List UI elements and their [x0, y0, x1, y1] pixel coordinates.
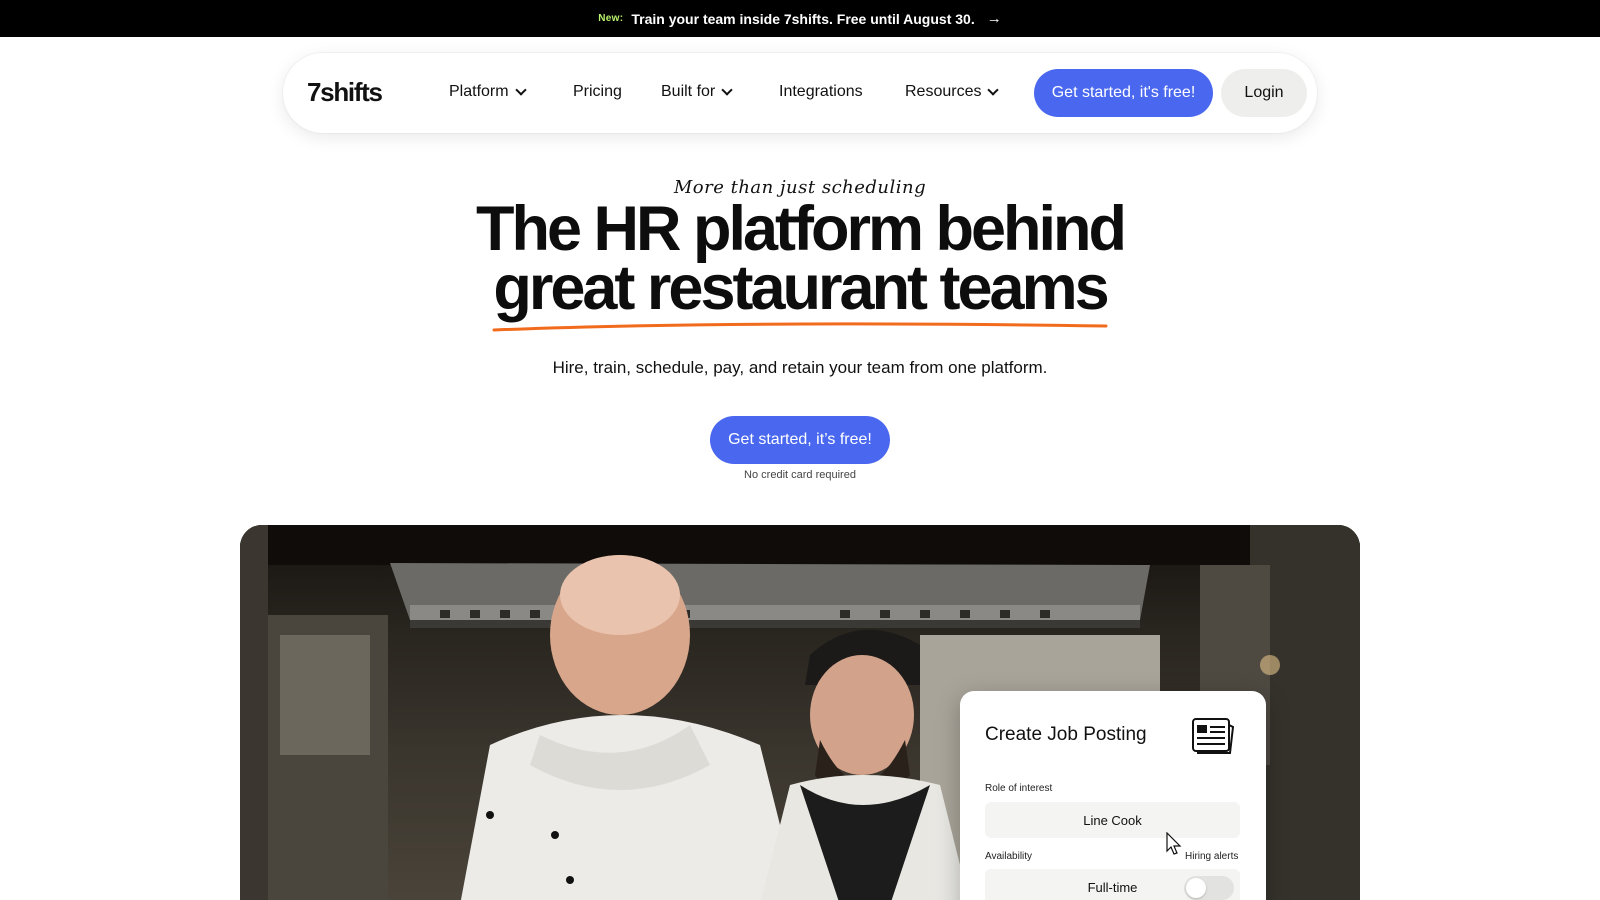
card-title: Create Job Posting — [985, 724, 1147, 745]
new-tag: New: — [598, 13, 624, 24]
job-posting-card: Create Job Posting Role of interest Line… — [960, 691, 1266, 900]
chevron-down-icon — [721, 83, 733, 96]
nav-item-label: Pricing — [573, 83, 622, 100]
nav-item-platform[interactable]: Platform — [449, 83, 527, 101]
chevron-down-icon — [987, 83, 1000, 96]
nav-item-resources[interactable]: Resources — [905, 83, 1000, 101]
main-nav: 7shifts Platform Pricing Built for Integ… — [283, 53, 1317, 133]
nav-item-label: Platform — [449, 83, 509, 100]
get-started-button[interactable]: Get started, it's free! — [1034, 69, 1213, 117]
arrow-right-icon: → — [986, 10, 1002, 27]
headline-line-2: great restaurant teams — [493, 253, 1109, 323]
nav-item-built-for[interactable]: Built for — [661, 83, 733, 101]
document-icon — [1192, 718, 1235, 754]
announcement-bar[interactable]: New: Train your team inside 7shifts. Fre… — [0, 0, 1600, 37]
logo[interactable]: 7shifts — [307, 77, 383, 108]
nav-item-label: Built for — [661, 83, 716, 100]
chevron-down-icon — [514, 83, 527, 96]
toggle-knob — [1186, 878, 1206, 898]
nav-item-integrations[interactable]: Integrations — [779, 83, 863, 101]
hiring-alerts-toggle[interactable] — [1184, 876, 1234, 900]
hero-subtitle: Hire, train, schedule, pay, and retain y… — [552, 358, 1048, 377]
headline-underline — [492, 322, 1108, 332]
cursor-icon — [1166, 832, 1182, 855]
role-label: Role of interest — [985, 783, 1053, 794]
no-credit-card-note: No credit card required — [744, 469, 856, 481]
nav-item-label: Integrations — [779, 83, 863, 100]
nav-item-pricing[interactable]: Pricing — [573, 83, 622, 101]
role-field[interactable]: Line Cook — [985, 802, 1240, 838]
hiring-alerts-label: Hiring alerts — [1185, 851, 1239, 862]
nav-item-label: Resources — [905, 83, 982, 100]
availability-label: Availability — [985, 851, 1033, 862]
hero-get-started-button[interactable]: Get started, it’s free! — [710, 416, 890, 464]
announcement-message[interactable]: Train your team inside 7shifts. Free unt… — [631, 11, 974, 27]
headline-line-1: The HR platform behind — [476, 194, 1127, 264]
hero-headline: The HR platform behind great restaurant … — [0, 194, 1600, 323]
login-button[interactable]: Login — [1221, 69, 1307, 117]
